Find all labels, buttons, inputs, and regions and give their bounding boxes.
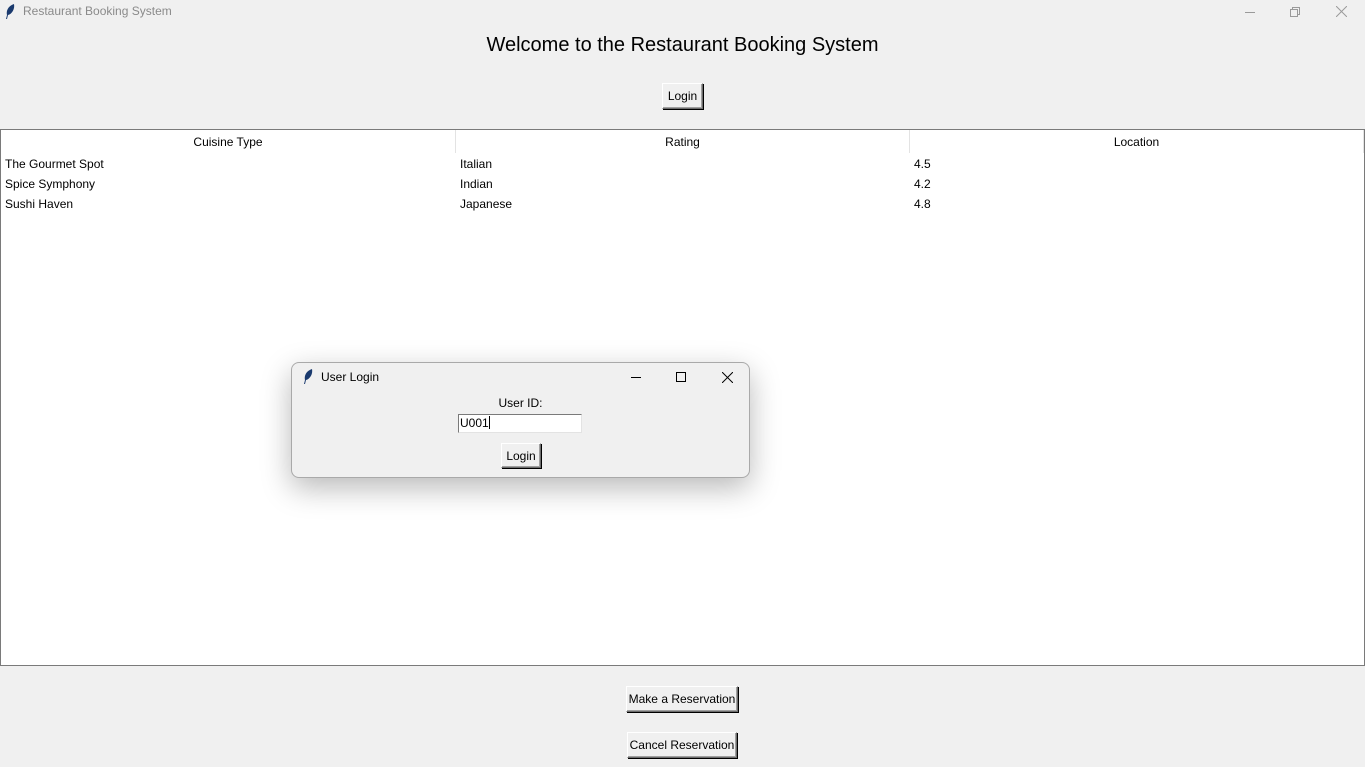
table-row[interactable]: Sushi Haven Japanese 4.8	[1, 194, 1364, 214]
dialog-title: User Login	[321, 370, 380, 384]
dialog-minimize-button[interactable]	[613, 363, 659, 391]
table-cell: Spice Symphony	[5, 177, 96, 191]
user-id-input[interactable]: U001	[458, 414, 582, 433]
user-id-label: User ID:	[498, 396, 543, 410]
close-icon	[1335, 6, 1347, 17]
table-cell: Italian	[460, 157, 493, 171]
table-header: Cuisine Type Rating Location	[1, 130, 1364, 153]
close-icon	[721, 371, 733, 383]
maximize-icon	[676, 372, 686, 382]
table-cell: The Gourmet Spot	[5, 157, 104, 171]
column-header-cuisine[interactable]: Cuisine Type	[1, 130, 456, 153]
page-heading: Welcome to the Restaurant Booking System	[486, 34, 879, 56]
user-id-value: U001	[460, 416, 489, 430]
table-cell: 4.5	[914, 157, 931, 171]
table-cell: Japanese	[460, 197, 513, 211]
text-caret	[488, 416, 490, 429]
dialog-login-button[interactable]: Login	[501, 443, 541, 468]
table-cell: Indian	[460, 177, 493, 191]
user-login-dialog: User Login User ID: U001 Login	[291, 362, 750, 478]
restore-button[interactable]	[1272, 0, 1318, 23]
close-button[interactable]	[1318, 0, 1364, 23]
make-reservation-button[interactable]: Make a Reservation	[626, 686, 738, 712]
minimize-button[interactable]	[1227, 0, 1273, 23]
minimize-icon	[631, 377, 641, 378]
table-cell: Sushi Haven	[5, 197, 74, 211]
dialog-maximize-button[interactable]	[658, 363, 704, 391]
dialog-close-button[interactable]	[704, 363, 750, 391]
feather-icon	[304, 369, 313, 384]
table-row[interactable]: The Gourmet Spot Italian 4.5	[1, 154, 1364, 174]
column-header-rating[interactable]: Rating	[456, 130, 910, 153]
table-row[interactable]: Spice Symphony Indian 4.2	[1, 174, 1364, 194]
minimize-icon	[1245, 11, 1255, 13]
cancel-reservation-button[interactable]: Cancel Reservation	[627, 732, 737, 758]
table-cell: 4.8	[914, 197, 931, 211]
restore-icon	[1290, 6, 1300, 17]
feather-icon	[6, 4, 15, 19]
window-title: Restaurant Booking System	[23, 4, 172, 18]
table-cell: 4.2	[914, 177, 931, 191]
login-button[interactable]: Login	[662, 83, 703, 109]
title-bar: Restaurant Booking System	[0, 0, 1365, 23]
column-header-location[interactable]: Location	[910, 130, 1364, 153]
